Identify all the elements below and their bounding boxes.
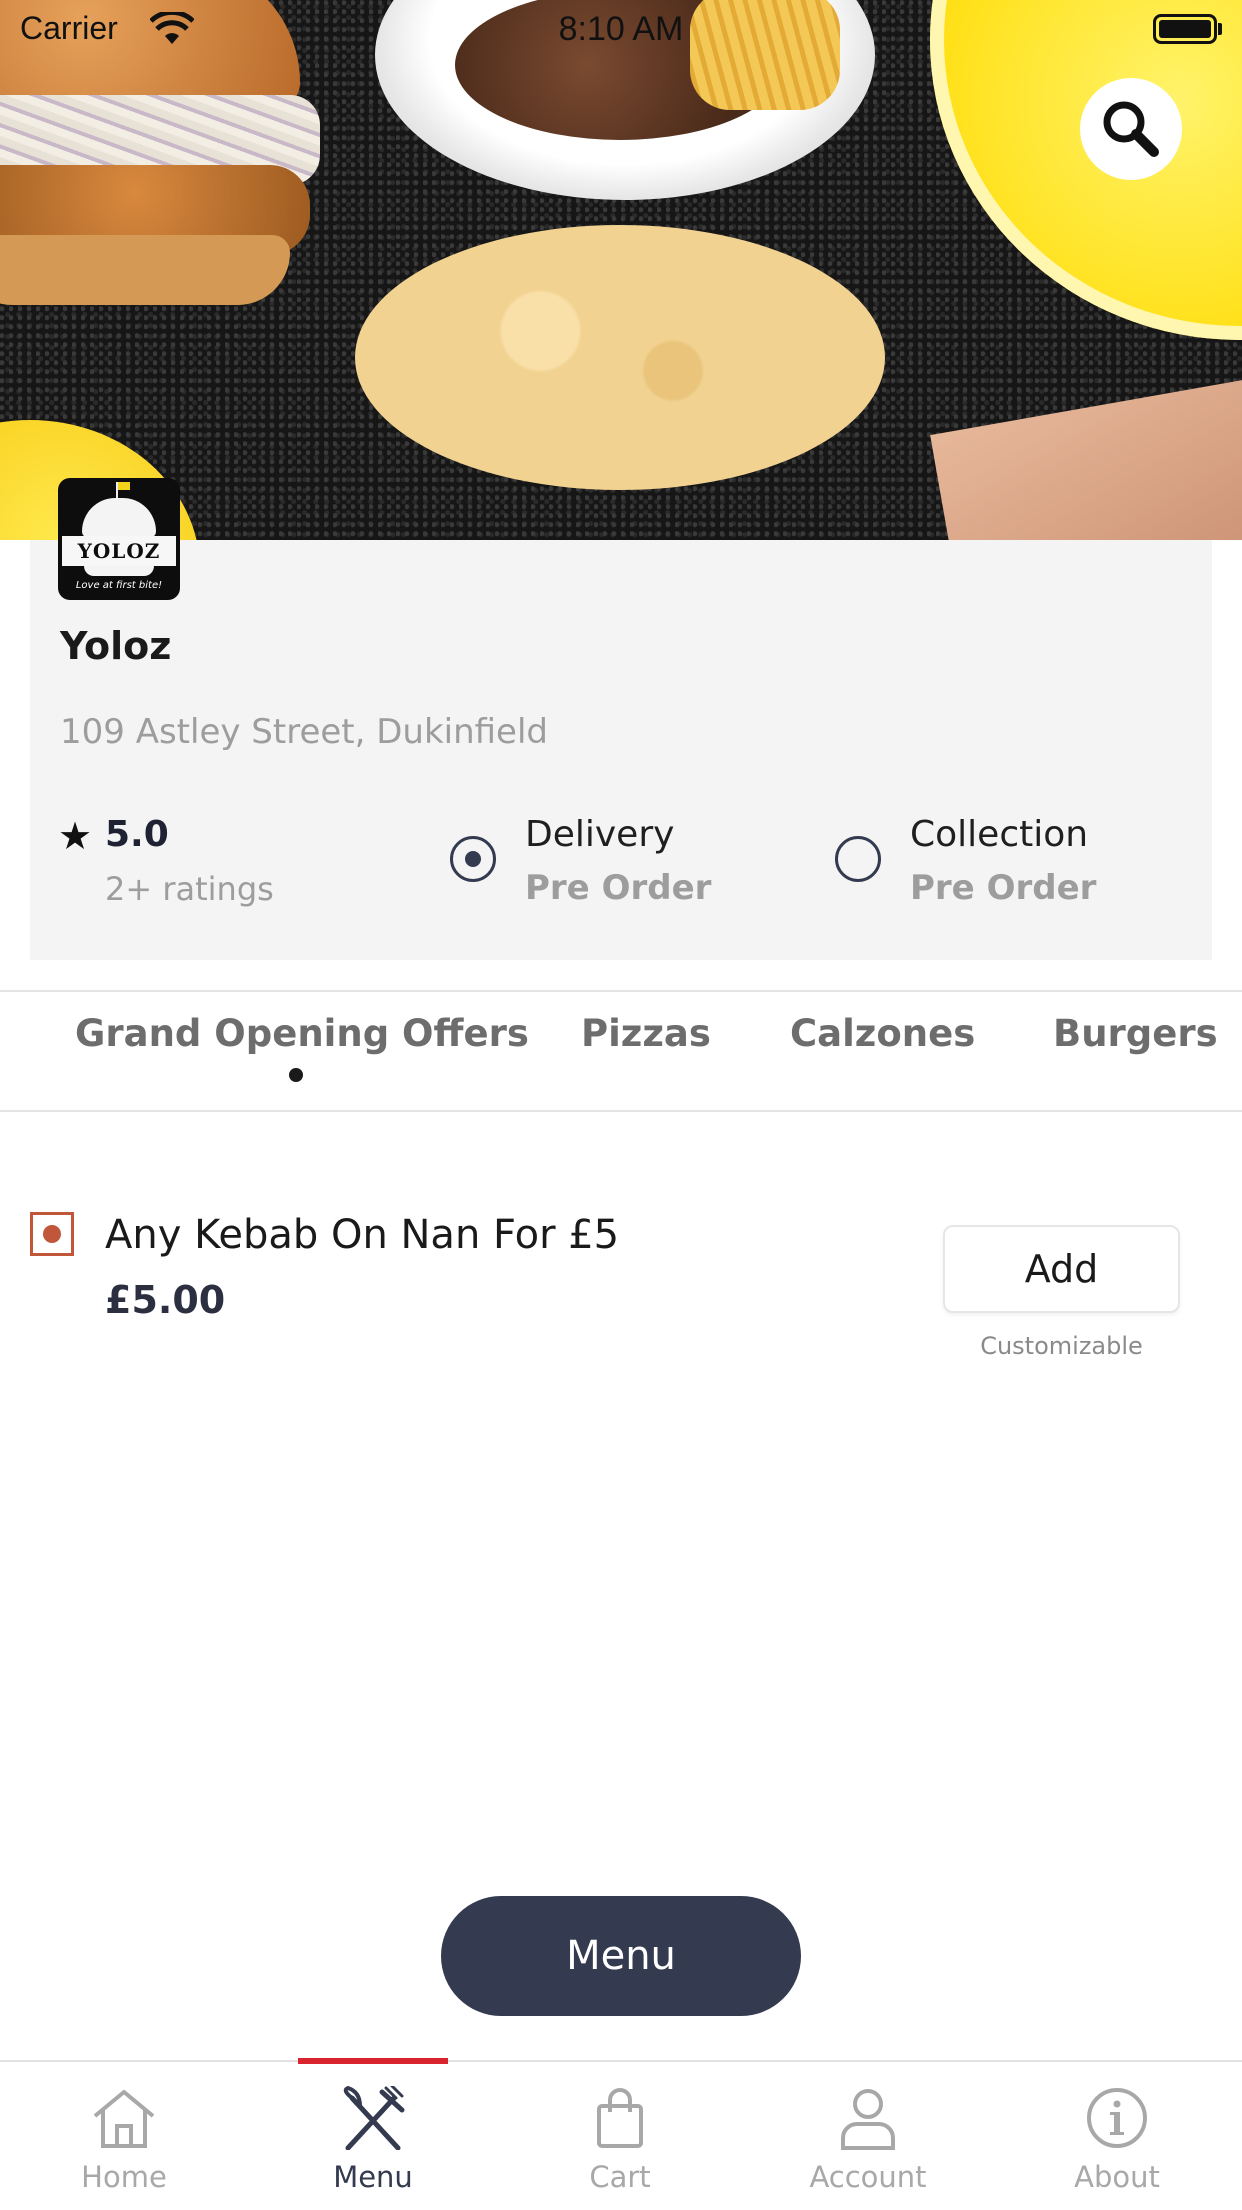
tab-pizzas[interactable]: Pizzas bbox=[581, 1012, 711, 1055]
user-icon bbox=[841, 2089, 895, 2150]
active-tab-indicator bbox=[289, 1068, 303, 1082]
tab-grand-opening-offers[interactable]: Grand Opening Offers bbox=[75, 1012, 529, 1055]
battery-nub bbox=[1218, 23, 1222, 35]
nav-about[interactable]: About bbox=[1017, 2086, 1217, 2194]
delivery-title: Delivery bbox=[525, 814, 675, 855]
tab-calzones[interactable]: Calzones bbox=[790, 1012, 975, 1055]
search-button[interactable] bbox=[1080, 78, 1182, 180]
menu-item-name: Any Kebab On Nan For £5 bbox=[105, 1212, 620, 1258]
radio-selected-dot bbox=[465, 851, 481, 867]
nav-about-label: About bbox=[1074, 2160, 1160, 2194]
battery-icon bbox=[1153, 14, 1217, 44]
nav-cart[interactable]: Cart bbox=[520, 2086, 720, 2194]
info-icon bbox=[1087, 2088, 1147, 2148]
nav-home-label: Home bbox=[81, 2160, 167, 2194]
fork-knife-icon bbox=[343, 2086, 405, 2150]
delivery-radio[interactable] bbox=[450, 836, 496, 882]
rating-count: 2+ ratings bbox=[105, 870, 274, 908]
rating-value: 5.0 bbox=[105, 814, 169, 855]
restaurant-logo: YOLOZ Love at first bite! bbox=[58, 478, 180, 600]
nav-home[interactable]: Home bbox=[24, 2086, 224, 2194]
nav-account-label: Account bbox=[809, 2160, 927, 2194]
nav-account[interactable]: Account bbox=[768, 2086, 968, 2194]
nav-menu[interactable]: Menu bbox=[273, 2086, 473, 2194]
hero-banner-image bbox=[0, 0, 1242, 540]
tabs-divider-bottom bbox=[0, 1110, 1242, 1112]
tabs-divider-top bbox=[0, 990, 1242, 992]
collection-radio[interactable] bbox=[835, 836, 881, 882]
tab-burgers[interactable]: Burgers bbox=[1053, 1012, 1218, 1055]
add-item-button[interactable]: Add bbox=[943, 1225, 1180, 1313]
shopping-bag-icon bbox=[597, 2088, 643, 2148]
star-icon: ★ bbox=[58, 814, 93, 858]
menu-item-price: £5.00 bbox=[105, 1278, 226, 1322]
delivery-option[interactable] bbox=[450, 836, 496, 882]
food-type-icon bbox=[30, 1212, 74, 1256]
search-icon bbox=[1103, 101, 1159, 157]
hero-burger-base bbox=[0, 235, 290, 305]
restaurant-name: Yoloz bbox=[60, 624, 172, 668]
status-bar: Carrier 8:10 AM bbox=[0, 0, 1242, 60]
restaurant-address: 109 Astley Street, Dukinfield bbox=[60, 712, 549, 752]
collection-title: Collection bbox=[910, 814, 1089, 855]
nav-menu-label: Menu bbox=[333, 2160, 413, 2194]
customizable-label: Customizable bbox=[980, 1332, 1143, 1360]
nav-active-indicator bbox=[298, 2058, 448, 2064]
delivery-subtitle: Pre Order bbox=[525, 868, 712, 908]
hero-pizza-box bbox=[930, 377, 1242, 540]
nav-cart-label: Cart bbox=[589, 2160, 651, 2194]
menu-button[interactable]: Menu bbox=[441, 1896, 801, 2016]
home-icon bbox=[93, 2090, 155, 2148]
collection-subtitle: Pre Order bbox=[910, 868, 1097, 908]
status-time: 8:10 AM bbox=[558, 10, 684, 48]
collection-option[interactable] bbox=[835, 836, 881, 882]
hero-pizza bbox=[355, 225, 885, 490]
